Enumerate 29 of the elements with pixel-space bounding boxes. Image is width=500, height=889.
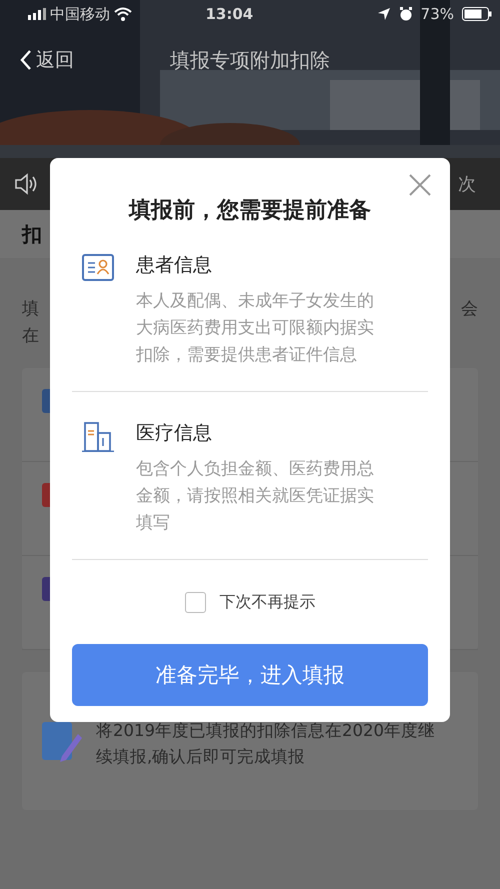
item-title: 医疗信息 xyxy=(136,421,213,446)
dialog-title: 填报前，您需要提前准备 xyxy=(127,198,372,224)
close-button[interactable] xyxy=(408,172,432,196)
alarm-icon xyxy=(398,7,413,21)
location-icon xyxy=(376,7,391,21)
card-description: 将2019年度已填报的扣除信息在2020年度继续填报,确认后即可完成填报 xyxy=(96,720,436,768)
checkbox[interactable] xyxy=(184,592,206,613)
page-title: 填报专项附加扣除 xyxy=(170,47,330,74)
status-time: 13:04 xyxy=(204,4,254,25)
notice-text: 次 xyxy=(458,172,476,196)
section-heading: 扣 xyxy=(22,221,42,248)
back-button[interactable]: 返回 xyxy=(20,46,74,74)
building-icon xyxy=(82,422,114,452)
item-title: 患者信息 xyxy=(136,253,213,278)
battery-percent: 73% xyxy=(420,4,454,25)
item-description: 包含个人负担金额、医药费用总金额，请按照相关就医凭证据实填写 xyxy=(136,458,375,536)
signal-icon xyxy=(28,8,46,20)
item-description: 本人及配偶、未成年子女发生的大病医药费用支出可限额内据实扣除，需要提供患者证件信息 xyxy=(136,290,375,368)
chevron-left-icon xyxy=(20,49,32,72)
carrier-name: 中国移动 xyxy=(50,4,110,25)
intro-text: 在 xyxy=(22,325,39,348)
wifi-icon xyxy=(114,7,132,21)
intro-text: 填 xyxy=(22,298,39,321)
speaker-icon xyxy=(14,173,38,195)
battery-icon xyxy=(462,7,492,21)
checkbox-label: 下次不再提示 xyxy=(220,591,316,614)
intro-text: 会 xyxy=(461,298,478,321)
confirm-button[interactable]: 准备完毕，进入填报 xyxy=(72,644,428,706)
close-icon xyxy=(408,172,432,197)
